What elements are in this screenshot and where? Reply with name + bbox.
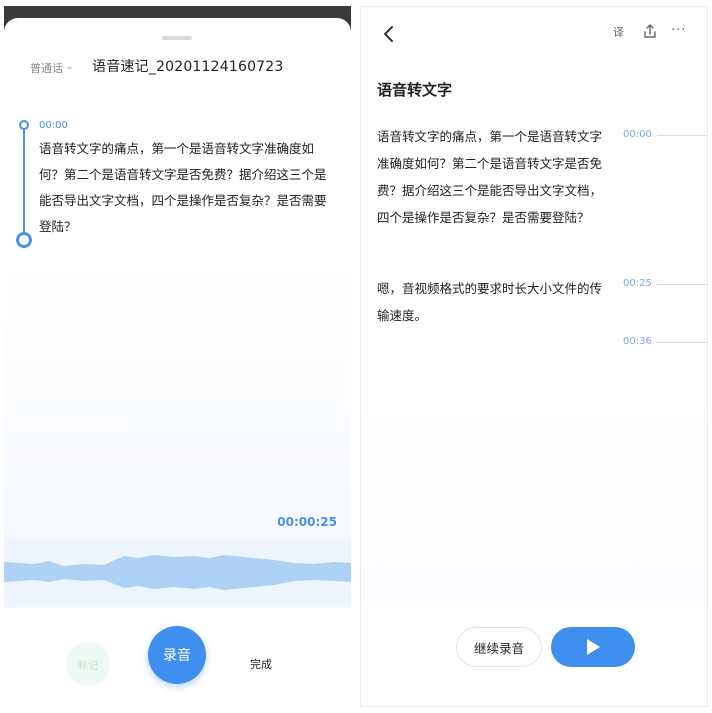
detail-background bbox=[361, 387, 707, 607]
live-transcript: 语音转文字的痛点，第一个是语音转文字准确度如何？第二个是语音转文字是否免费？据介… bbox=[39, 141, 327, 234]
timeline-current-dot bbox=[16, 232, 32, 248]
elapsed-time: 00:00:25 bbox=[277, 515, 337, 529]
time-marker[interactable]: 00:00 bbox=[623, 129, 652, 140]
recording-sheet: 普通话 ⌄ 语音速记_20201124160723 00:00 语音转文字的痛点… bbox=[4, 18, 351, 707]
transcript-paragraph: 语音转文字的痛点，第一个是语音转文字准确度如何？第二个是语音转文字是否免费？据介… bbox=[377, 129, 603, 225]
timeline-start-dot bbox=[19, 120, 29, 130]
chevron-down-icon: ⌄ bbox=[66, 62, 74, 72]
time-marker-line bbox=[657, 342, 707, 343]
status-bar bbox=[4, 6, 351, 18]
time-marker[interactable]: 00:36 bbox=[623, 336, 652, 347]
time-marker[interactable]: 00:25 bbox=[623, 278, 652, 289]
play-button[interactable] bbox=[551, 627, 635, 667]
back-icon[interactable] bbox=[379, 23, 397, 45]
timeline-line bbox=[23, 128, 25, 242]
translate-icon[interactable]: 译 bbox=[613, 24, 624, 40]
time-marker-line bbox=[657, 135, 707, 136]
audio-waveform bbox=[4, 555, 351, 590]
transcript-detail-screen: 译 ··· 语音转文字 语音转文字的痛点，第一个是语音转文字准确度如何？第二个是… bbox=[360, 6, 708, 707]
done-button[interactable]: 完成 bbox=[250, 656, 272, 672]
play-icon bbox=[587, 639, 600, 655]
mark-button[interactable]: 标记 bbox=[66, 642, 110, 686]
screenshot-stage: 普通话 ⌄ 语音速记_20201124160723 00:00 语音转文字的痛点… bbox=[0, 0, 712, 713]
transcript-paragraph: 嗯，音视频格式的要求时长大小文件的传输速度。 bbox=[377, 281, 603, 323]
record-button[interactable]: 录音 bbox=[148, 626, 206, 684]
transcript-title: 语音转文字 bbox=[377, 81, 453, 99]
more-icon[interactable]: ··· bbox=[671, 23, 686, 38]
segment-timestamp: 00:00 bbox=[39, 120, 68, 131]
recording-screen: 普通话 ⌄ 语音速记_20201124160723 00:00 语音转文字的痛点… bbox=[4, 6, 351, 707]
language-label: 普通话 bbox=[30, 62, 63, 75]
continue-recording-button[interactable]: 继续录音 bbox=[456, 627, 542, 667]
language-selector[interactable]: 普通话 ⌄ bbox=[30, 60, 74, 76]
sheet-drag-handle[interactable] bbox=[162, 36, 192, 40]
share-icon[interactable] bbox=[643, 23, 657, 39]
recording-title: 语音速记_20201124160723 bbox=[92, 59, 284, 75]
time-marker-line bbox=[657, 284, 707, 285]
